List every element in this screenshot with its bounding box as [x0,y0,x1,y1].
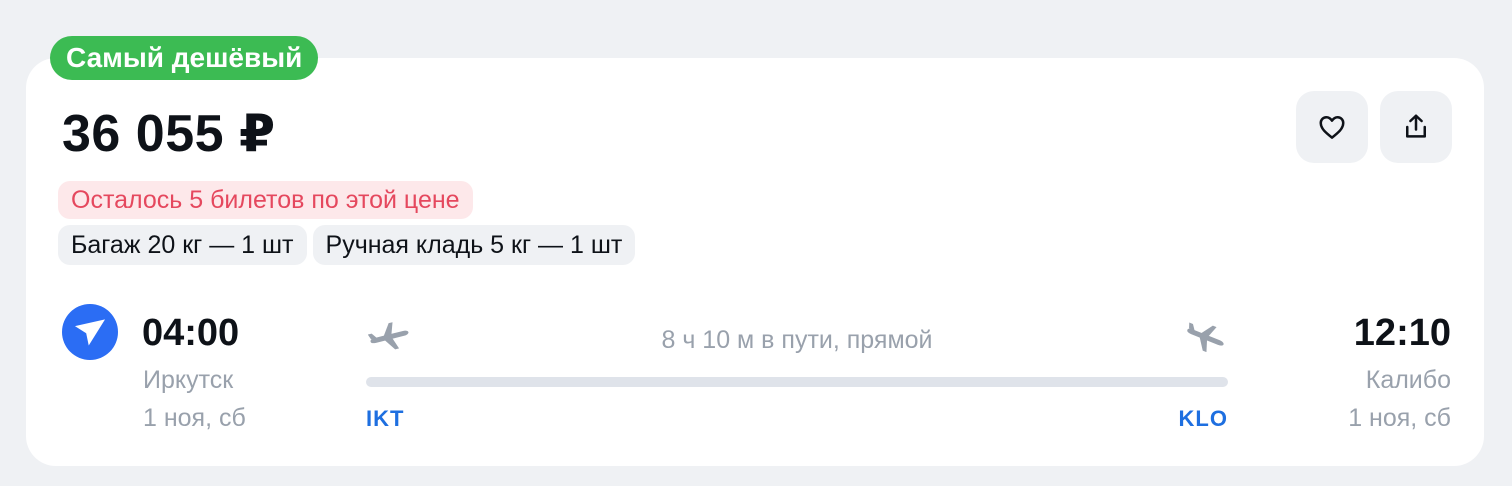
share-icon [1406,114,1426,138]
arrival-date: 1 ноя, сб [1348,404,1451,432]
paper-plane-logo [74,319,106,346]
departure-airport-code: IKT [366,406,405,431]
ticket-price: 36 055 ₽ [62,105,276,163]
arrival-city: Калибо [1365,366,1451,394]
share-button[interactable] [1380,91,1452,163]
departure-date: 1 ноя, сб [143,404,246,432]
baggage-chip: Багаж 20 кг — 1 шт [58,225,307,265]
carry-on-chip: Ручная кладь 5 кг — 1 шт [312,225,636,265]
departure-time: 04:00 [142,312,240,354]
route-progress-bar [366,377,1228,387]
baggage-chips: Багаж 20 кг — 1 шт Ручная кладь 5 кг — 1… [58,225,636,265]
heart-icon [1319,116,1345,139]
arrival-time: 12:10 [1353,312,1451,354]
cheapest-badge: Самый дешёвый [50,36,319,80]
seats-left-warning: Осталось 5 билетов по этой цене [58,181,473,219]
favorite-button[interactable] [1296,91,1368,163]
departure-city: Иркутск [143,366,234,394]
airline-logo [62,304,118,360]
landing-icon [1187,322,1224,352]
arrival-airport-code: KLO [1178,406,1228,431]
flight-duration: 8 ч 10 м в пути, прямой [661,326,933,354]
